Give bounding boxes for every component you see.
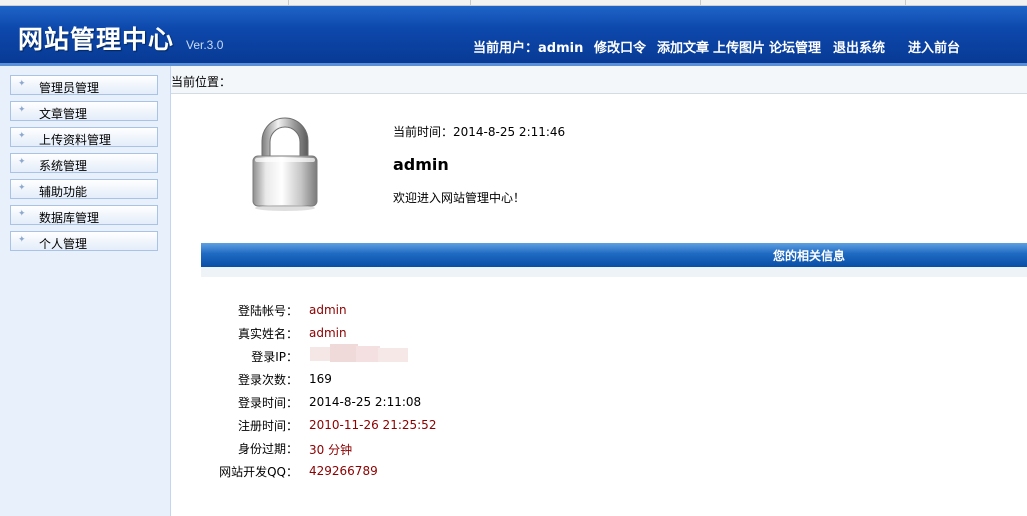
- info-label-dev-qq: 网站开发QQ：: [219, 465, 298, 479]
- sidebar-item-label: 文章管理: [39, 107, 88, 121]
- info-value-account: admin: [309, 303, 347, 317]
- bullet-icon: ✦: [18, 105, 26, 115]
- info-label-session-expire: 身份过期：: [237, 442, 298, 456]
- sidebar: ✦ 管理员管理 ✦ 文章管理 ✦ 上传资料管理 ✦ 系统管理 ✦ 辅助功能 ✦ …: [0, 66, 171, 516]
- breadcrumb: 当前位置：: [171, 66, 1027, 94]
- nav-change-password[interactable]: 修改口令: [594, 37, 646, 56]
- info-section-header: 您的相关信息: [201, 243, 1027, 267]
- info-value-register-time: 2010-11-26 21:25:52: [309, 418, 437, 432]
- sidebar-item-auxiliary[interactable]: ✦ 辅助功能: [10, 179, 158, 199]
- info-label-register-time: 注册时间：: [237, 419, 298, 433]
- current-user-label: 当前用户：: [473, 41, 539, 56]
- current-time: 当前时间：2014-8-25 2:11:46: [393, 123, 565, 140]
- info-label-account: 登陆帐号：: [237, 304, 298, 318]
- sidebar-item-label: 数据库管理: [39, 211, 100, 225]
- info-value-login-count: 169: [309, 372, 332, 386]
- breadcrumb-label: 当前位置：: [171, 75, 232, 89]
- version-label: Ver.3.0: [186, 38, 224, 52]
- sidebar-item-article-manage[interactable]: ✦ 文章管理: [10, 101, 158, 121]
- sidebar-item-database-manage[interactable]: ✦ 数据库管理: [10, 205, 158, 225]
- bullet-icon: ✦: [18, 157, 26, 167]
- sidebar-item-label: 系统管理: [39, 159, 88, 173]
- lock-icon: [249, 115, 321, 214]
- info-value-realname: admin: [309, 326, 347, 340]
- site-logo: 网站管理中心: [18, 25, 175, 54]
- sidebar-item-label: 上传资料管理: [39, 133, 112, 147]
- info-section-underband: [201, 267, 1027, 277]
- bullet-icon: ✦: [18, 183, 26, 193]
- info-value-dev-qq: 429266789: [309, 464, 378, 478]
- info-value-login-time: 2014-8-25 2:11:08: [309, 395, 422, 409]
- sidebar-item-label: 个人管理: [39, 237, 88, 251]
- info-section-title: 您的相关信息: [772, 249, 845, 263]
- nav-add-article[interactable]: 添加文章: [657, 37, 709, 56]
- welcome-username: admin: [393, 155, 449, 174]
- current-user-name: admin: [538, 41, 584, 56]
- current-time-value: 2014-8-25 2:11:46: [453, 125, 566, 139]
- welcome-message: 欢迎进入网站管理中心！: [393, 191, 526, 205]
- nav-frontend[interactable]: 进入前台: [908, 37, 960, 56]
- nav-forum-manage[interactable]: 论坛管理: [769, 37, 821, 56]
- info-label-login-count: 登录次数：: [237, 373, 298, 387]
- bullet-icon: ✦: [18, 79, 26, 89]
- sidebar-item-upload-manage[interactable]: ✦ 上传资料管理: [10, 127, 158, 147]
- sidebar-item-label: 管理员管理: [39, 81, 100, 95]
- nav-logout[interactable]: 退出系统: [833, 37, 885, 56]
- sidebar-item-system-manage[interactable]: ✦ 系统管理: [10, 153, 158, 173]
- info-value-session-expire: 30 分钟: [309, 443, 353, 457]
- info-label-realname: 真实姓名：: [237, 327, 298, 341]
- header: 网站管理中心 Ver.3.0 当前用户：admin 修改口令 添加文章 上传图片…: [0, 6, 1027, 66]
- sidebar-item-admin-manage[interactable]: ✦ 管理员管理: [10, 75, 158, 95]
- ip-redaction: [310, 344, 420, 364]
- sidebar-item-label: 辅助功能: [39, 185, 88, 199]
- info-label-login-time: 登录时间：: [237, 396, 298, 410]
- info-label-ip: 登录IP：: [251, 350, 298, 364]
- bullet-icon: ✦: [18, 209, 26, 219]
- nav-upload-image[interactable]: 上传图片: [713, 37, 765, 56]
- sidebar-item-personal-manage[interactable]: ✦ 个人管理: [10, 231, 158, 251]
- current-time-label: 当前时间：: [393, 125, 454, 139]
- current-user: 当前用户：admin: [473, 37, 583, 56]
- bullet-icon: ✦: [18, 131, 26, 141]
- bullet-icon: ✦: [18, 235, 26, 245]
